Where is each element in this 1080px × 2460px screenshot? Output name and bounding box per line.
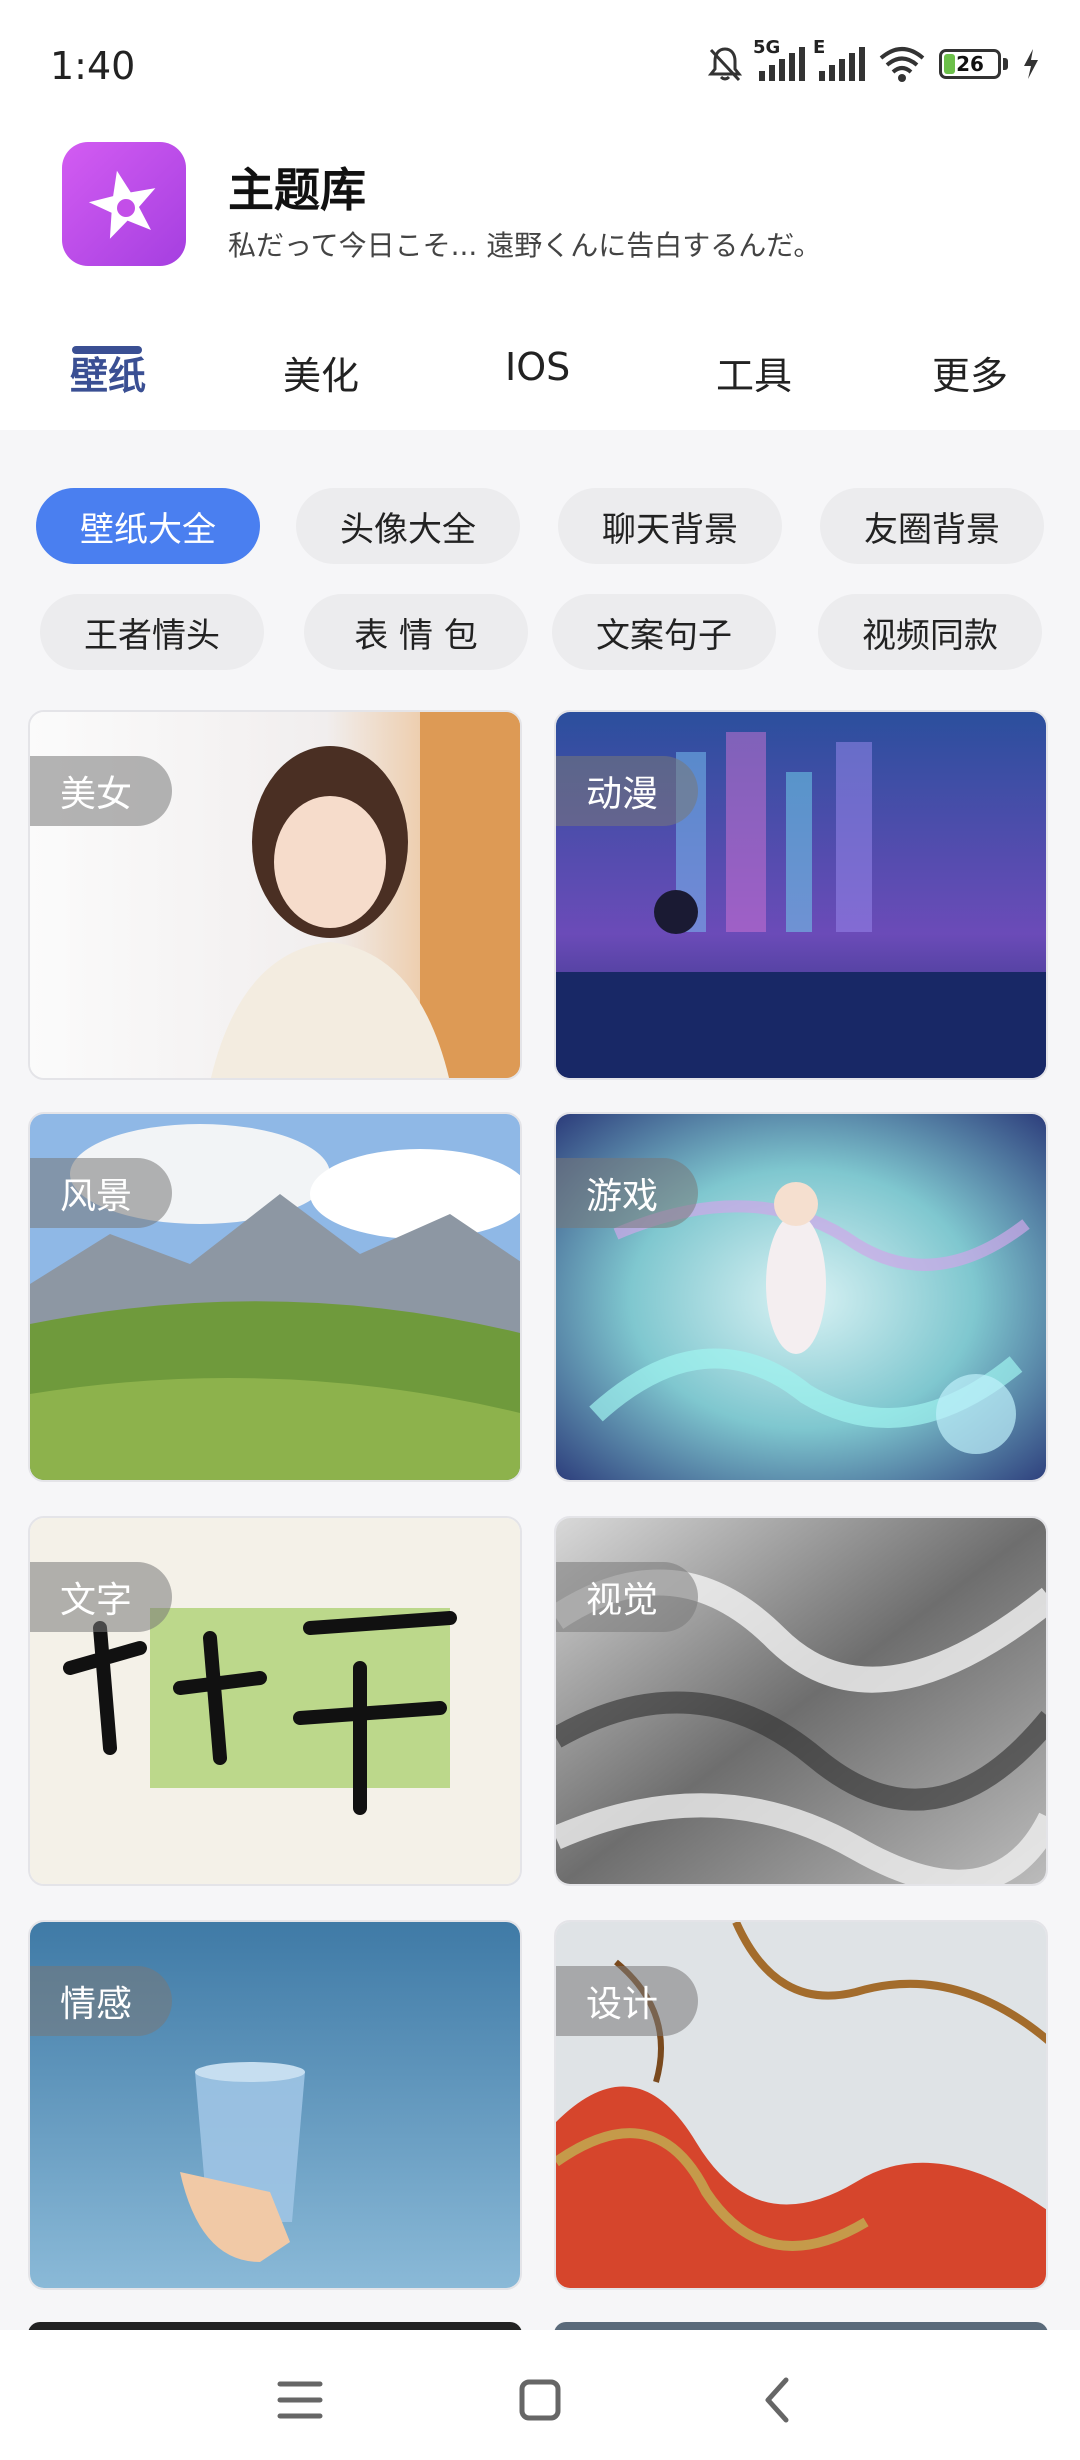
card-design[interactable]: 设计 <box>554 1920 1048 2290</box>
card-label: 视觉 <box>556 1562 699 1632</box>
card-label: 情感 <box>30 1966 173 2036</box>
card-beauty[interactable]: 美女 <box>28 710 522 1080</box>
card-landscape[interactable]: 风景 <box>28 1112 522 1482</box>
wifi-icon <box>879 47 925 82</box>
chip-couple-avatar[interactable]: 王者情头 <box>40 594 264 670</box>
chip-stickers[interactable]: 表 情 包 <box>304 594 528 670</box>
card-label: 美女 <box>30 756 173 826</box>
signal-icon-2: E <box>813 37 865 81</box>
chip-chat-bg[interactable]: 聊天背景 <box>558 488 782 564</box>
back-chevron-icon[interactable] <box>748 2370 808 2430</box>
card-game[interactable]: 游戏 <box>554 1112 1048 1482</box>
tab-tools[interactable]: 工具 <box>716 345 792 400</box>
card-anime[interactable]: 动漫 <box>554 710 1048 1080</box>
app-header: 主题库 私だって今日こそ... 遠野くんに告白するんだ。 壁纸 美化 IOS 工… <box>0 130 1080 430</box>
star-icon <box>88 170 156 239</box>
tab-bar: 壁纸 美化 IOS 工具 更多 <box>0 345 1080 430</box>
chip-quotes[interactable]: 文案句子 <box>552 594 776 670</box>
battery-level: 26 <box>956 52 984 76</box>
status-time: 1:40 <box>50 44 136 88</box>
tab-ios[interactable]: IOS <box>505 345 570 389</box>
system-nav-bar <box>0 2330 1080 2460</box>
battery-icon: 26 <box>939 49 1001 79</box>
app-title: 主题库 <box>228 163 366 217</box>
tab-more[interactable]: 更多 <box>932 345 1008 400</box>
signal-icon: 5G <box>753 37 805 81</box>
card-label: 游戏 <box>556 1158 699 1228</box>
network-label-1: 5G <box>753 37 781 58</box>
card-label: 文字 <box>30 1562 173 1632</box>
app-subtitle: 私だって今日こそ... 遠野くんに告白するんだ。 <box>228 229 822 262</box>
chip-wallpaper-all[interactable]: 壁纸大全 <box>36 488 260 564</box>
card-label: 设计 <box>556 1966 699 2036</box>
charging-icon <box>1024 49 1038 79</box>
home-square-icon[interactable] <box>510 2370 570 2430</box>
card-emotion[interactable]: 情感 <box>28 1920 522 2290</box>
app-icon[interactable] <box>62 142 186 266</box>
chip-video-same[interactable]: 视频同款 <box>818 594 1042 670</box>
status-bar: 1:40 5G E 26 <box>0 0 1080 130</box>
status-icons: 5G E 26 <box>705 37 1040 84</box>
card-visual[interactable]: 视觉 <box>554 1516 1048 1886</box>
tab-beautify[interactable]: 美化 <box>283 345 359 400</box>
card-label: 风景 <box>30 1158 173 1228</box>
card-text[interactable]: 文字 <box>28 1516 522 1886</box>
card-label: 动漫 <box>556 756 699 826</box>
chip-moments-bg[interactable]: 友圈背景 <box>820 488 1044 564</box>
menu-icon[interactable] <box>270 2370 330 2430</box>
tab-indicator <box>72 346 142 354</box>
network-label-2: E <box>813 37 826 58</box>
mute-bell-icon <box>707 47 743 82</box>
chip-avatar[interactable]: 头像大全 <box>296 488 520 564</box>
